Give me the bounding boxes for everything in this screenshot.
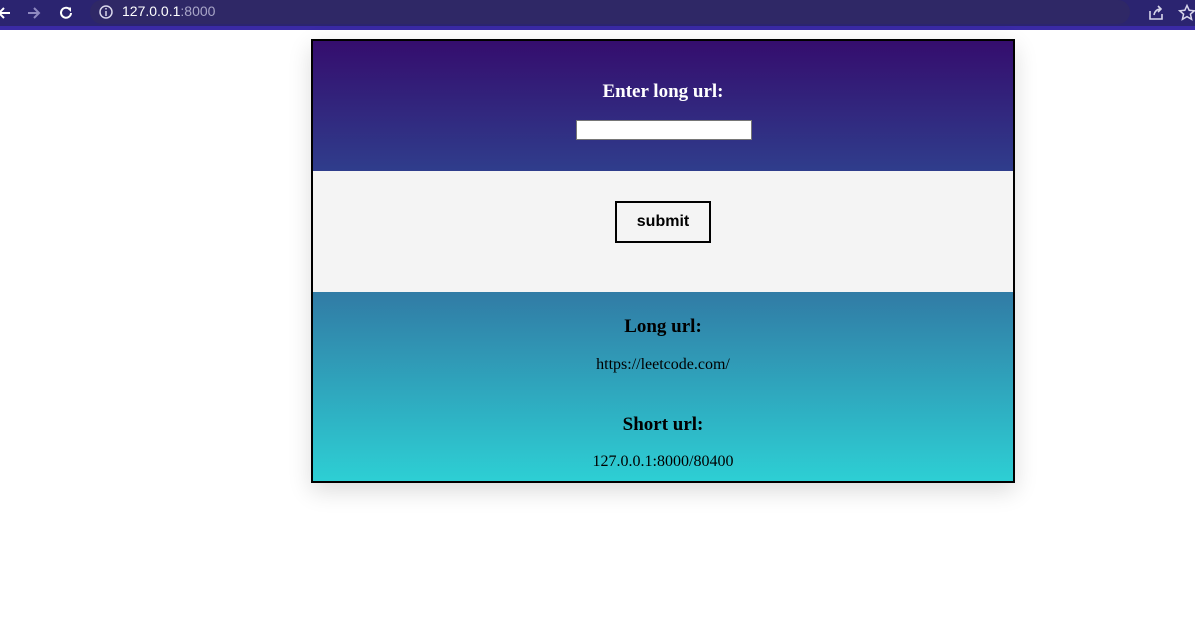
long-url-heading: Long url: [624, 316, 702, 337]
submit-button[interactable]: submit [615, 201, 711, 243]
reload-button[interactable] [56, 3, 76, 23]
forward-button[interactable] [24, 3, 44, 23]
back-button[interactable] [0, 3, 14, 23]
long-url-input-label: Enter long url: [602, 81, 724, 102]
reload-icon [60, 6, 72, 19]
browser-toolbar: 127.0.0.1:8000 [0, 0, 1195, 30]
address-bar[interactable]: 127.0.0.1:8000 [90, 0, 1130, 24]
result-panel: Long url: https://leetcode.com/ Short ur… [313, 292, 1013, 481]
share-icon[interactable] [1146, 3, 1166, 23]
long-url-input[interactable] [576, 120, 752, 140]
star-icon[interactable] [1177, 3, 1195, 23]
info-icon[interactable] [98, 4, 114, 20]
short-url-value: 127.0.0.1:8000/80400 [592, 453, 734, 470]
url-shortener-card: Enter long url: submit Long url: https:/… [311, 39, 1015, 483]
input-panel: Enter long url: [313, 41, 1013, 171]
short-url-heading: Short url: [622, 414, 704, 435]
url-text[interactable]: 127.0.0.1:8000 [122, 3, 215, 19]
url-host: 127.0.0.1 [122, 3, 181, 19]
back-arrow-icon [0, 7, 10, 19]
long-url-value: https://leetcode.com/ [596, 356, 730, 373]
url-port: :8000 [180, 3, 216, 19]
forward-arrow-icon [28, 7, 41, 19]
submit-panel: submit [313, 171, 1013, 292]
